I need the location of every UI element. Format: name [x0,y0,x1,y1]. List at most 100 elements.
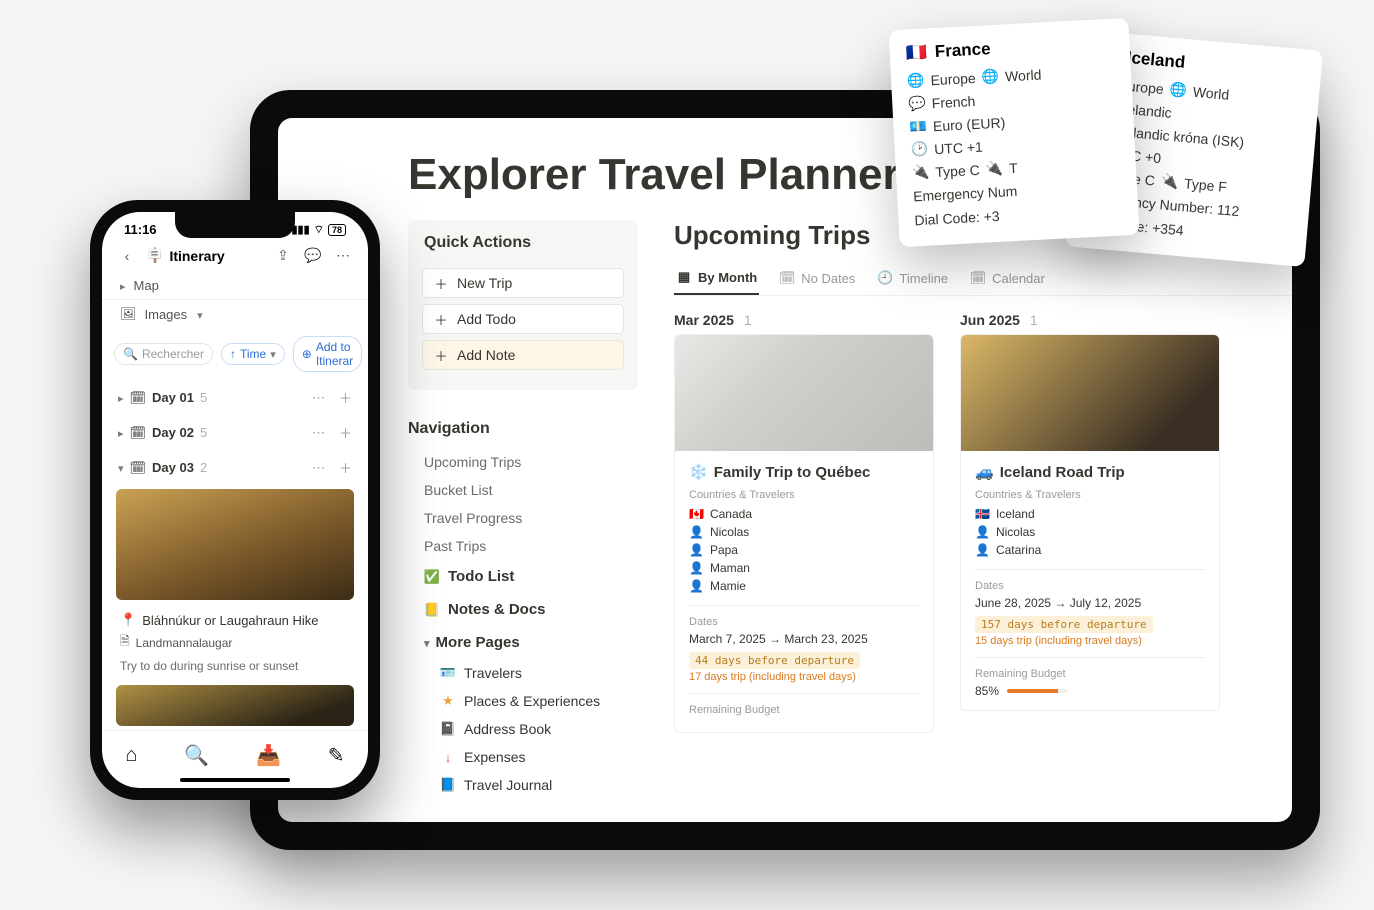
more-places-label: Places & Experiences [464,693,600,709]
notes-icon: 📒 [424,602,440,618]
nav-upcoming[interactable]: Upcoming Trips [408,448,638,476]
wifi-icon: ⌔ [314,223,324,237]
plus-icon[interactable]: ＋ [339,423,352,442]
nav-todo-list[interactable]: ✅ Todo List [408,560,638,593]
avatar-icon: 👤 [975,525,990,539]
section-countries-travelers: Countries & Travelers [975,489,1205,501]
tab-by-month[interactable]: ▦ By Month [674,261,759,295]
add-note-button[interactable]: ＋ Add Note [422,340,624,370]
country-card-france[interactable]: 🇫🇷 France 🌐Europe 🌐World 💬French 💶Euro (… [888,18,1139,247]
compose-button[interactable]: ✎ [328,743,345,768]
tab-calendar[interactable]: 🗓 Calendar [968,261,1047,295]
itinerary-photo-2[interactable] [116,685,354,726]
day-row[interactable]: 🗓 Day 02 5 ⋯ ＋ [102,415,368,450]
nav-travel-progress[interactable]: Travel Progress [408,504,638,532]
home-button[interactable]: ⌂ [125,744,137,767]
images-toggle[interactable]: 🖼 Images [102,300,368,328]
itinerary-photo[interactable] [116,489,354,600]
image-icon: 🖼 [120,306,137,322]
divider [689,693,919,694]
search-button[interactable]: 🔍 [184,743,209,768]
add-to-itinerary-chip[interactable]: ⊕ Add to Itinerar [293,336,362,372]
trip-card-quebec[interactable]: ❄️ Family Trip to Québec Countries & Tra… [674,334,934,733]
search-placeholder: Rechercher [142,347,204,361]
region-1: Europe [930,69,976,87]
money-icon: 💶 [909,118,927,136]
chevron-right-icon [118,425,124,440]
pin-icon: 📍 [120,612,136,628]
more-journal-label: Travel Journal [464,777,552,793]
section-countries-travelers: Countries & Travelers [689,489,919,501]
back-button[interactable]: ‹ [116,248,138,264]
comments-button[interactable]: 💬 [302,247,324,264]
country-row: 🇮🇸Iceland [975,505,1205,523]
day-row[interactable]: 🗓 Day 03 2 ⋯ ＋ [102,450,368,485]
more-icon[interactable]: ⋯ [312,390,327,406]
calendar-grid-icon: ▦ [676,269,692,285]
trip-body: 🚙 Iceland Road Trip Countries & Traveler… [961,451,1219,710]
navigation-panel: Navigation Upcoming Trips Bucket List Tr… [408,420,638,799]
more-journal[interactable]: 📘 Travel Journal [408,771,638,799]
chevron-right-icon [118,390,124,405]
time-filter-chip[interactable]: ↑ Time [221,343,285,365]
more-travelers[interactable]: 🪪 Travelers [408,659,638,687]
language: French [931,92,975,110]
trip-name-text: Iceland Road Trip [1000,464,1125,481]
divider [975,657,1205,658]
flag-icon: 🇨🇦 [689,507,704,521]
plus-icon[interactable]: ＋ [339,388,352,407]
tab-by-month-label: By Month [698,270,757,285]
add-todo-button[interactable]: ＋ Add Todo [422,304,624,334]
phone-frame: 11:16 ▮▮▮ ⌔ 78 ‹ 🪧 Itinerary ⇪ 💬 ⋯ Map 🖼… [90,200,380,800]
month-label: Jun 2025 1 [960,312,1220,328]
signpost-icon: 🪧 [146,247,163,264]
more-expenses[interactable]: ↓ Expenses [408,743,638,771]
tab-no-dates[interactable]: 🗓 No Dates [777,261,857,295]
map-label: Map [134,278,159,293]
day-row[interactable]: 🗓 Day 01 5 ⋯ ＋ [102,380,368,415]
main-column: Upcoming Trips ▦ By Month 🗓 No Dates 🕘 T… [674,220,1292,822]
search-icon: 🔍 [123,347,138,361]
more-pages-header[interactable]: More Pages [408,626,638,659]
section-budget: Remaining Budget [689,704,919,716]
search-input[interactable]: 🔍 Rechercher [114,343,213,365]
more-places[interactable]: ★ Places & Experiences [408,687,638,715]
nav-past-trips[interactable]: Past Trips [408,532,638,560]
divider [689,605,919,606]
clock-icon: 🕑 [910,141,928,159]
book-icon: 📓 [440,721,456,737]
phone-screen: 11:16 ▮▮▮ ⌔ 78 ‹ 🪧 Itinerary ⇪ 💬 ⋯ Map 🖼… [102,212,368,788]
nav-notes-docs[interactable]: 📒 Notes & Docs [408,593,638,626]
down-arrow-icon: ↓ [440,749,456,765]
more-button[interactable]: ⋯ [332,247,354,264]
star-icon: ★ [440,693,456,709]
calendar-icon: 🗓 [779,270,795,286]
activity-title[interactable]: 📍 Bláhnúkur or Laugahraun Hike [102,604,368,630]
clock: 11:16 [124,222,157,237]
trip-card-iceland[interactable]: 🚙 Iceland Road Trip Countries & Traveler… [960,334,1220,711]
more-travelers-label: Travelers [464,665,522,681]
inbox-button[interactable]: 📥 [256,743,281,768]
timeline-icon: 🕘 [877,270,893,286]
tab-timeline[interactable]: 🕘 Timeline [875,261,950,295]
trip-cover-image [675,335,933,451]
traveler-row: 👤Papa [689,541,919,559]
chevron-down-icon [118,460,124,475]
month-name: Mar 2025 [674,312,734,328]
country-title: 🇫🇷 France [905,33,1114,64]
more-address-book[interactable]: 📓 Address Book [408,715,638,743]
month-column-mar: Mar 2025 1 ❄️ Family Trip to Québec Coun… [674,312,934,733]
map-toggle[interactable]: Map [102,272,368,300]
section-dates: Dates [689,616,919,628]
calendar-icon: 🗓 [130,460,147,476]
more-icon[interactable]: ⋯ [312,425,327,441]
more-icon[interactable]: ⋯ [312,460,327,476]
share-button[interactable]: ⇪ [272,247,294,264]
traveler-name: Catarina [996,543,1041,557]
country-name: Canada [710,507,752,521]
plus-icon[interactable]: ＋ [339,458,352,477]
calendar-icon: 🗓 [130,425,147,441]
new-trip-button[interactable]: ＋ New Trip [422,268,624,298]
more-pages-label: More Pages [436,634,520,651]
nav-bucket-list[interactable]: Bucket List [408,476,638,504]
